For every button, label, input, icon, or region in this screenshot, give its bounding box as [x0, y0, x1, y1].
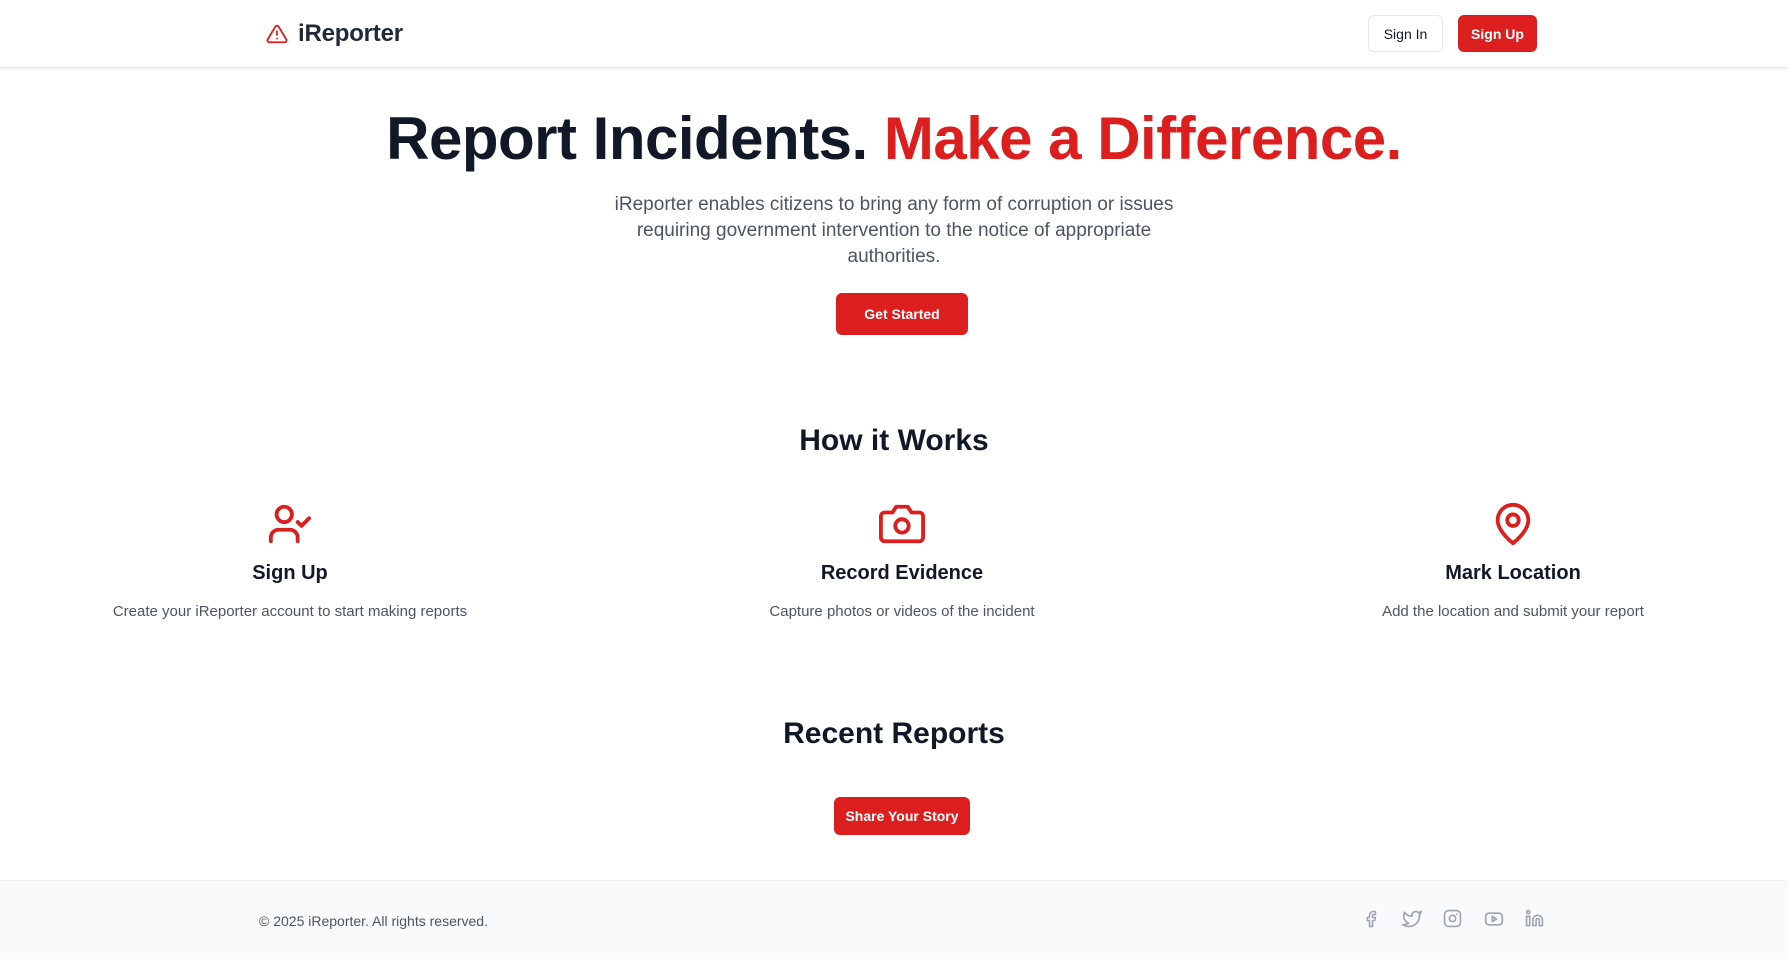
share-your-story-button[interactable]: Share Your Story [834, 797, 970, 835]
step-title: Record Evidence [820, 562, 984, 584]
site-header: iReporter Sign In Sign Up [0, 0, 1788, 68]
camera-icon [652, 500, 1152, 548]
brand-name: iReporter [298, 20, 403, 47]
social-links [1360, 908, 1545, 929]
step-title: Sign Up [252, 562, 328, 584]
facebook-icon[interactable] [1360, 908, 1381, 929]
linkedin-icon[interactable] [1524, 908, 1545, 929]
step-sign-up: Sign Up Create your iReporter account to… [40, 500, 540, 620]
step-record-evidence: Record Evidence Capture photos or videos… [652, 500, 1152, 620]
hero-title-main: Report Incidents. [386, 105, 868, 172]
recent-reports-title: Recent Reports [783, 717, 1005, 750]
step-mark-location: Mark Location Add the location and submi… [1263, 500, 1763, 620]
hero-description: iReporter enables citizens to bring any … [614, 194, 1174, 267]
instagram-icon[interactable] [1442, 908, 1463, 929]
copyright-text: © 2025 iReporter. All rights reserved. [259, 913, 488, 929]
sign-in-button[interactable]: Sign In [1368, 15, 1443, 52]
map-pin-icon [1263, 500, 1763, 548]
step-description: Add the location and submit your report [1382, 603, 1644, 620]
twitter-icon[interactable] [1401, 908, 1422, 929]
youtube-icon[interactable] [1483, 908, 1504, 929]
alert-triangle-icon [266, 23, 288, 45]
get-started-button[interactable]: Get Started [836, 293, 968, 335]
hero-title-accent: Make a Difference. [883, 105, 1402, 172]
step-description: Capture photos or videos of the incident [769, 603, 1035, 620]
step-title: Mark Location [1445, 562, 1581, 584]
brand-logo[interactable]: iReporter [266, 18, 403, 50]
how-it-works-title: How it Works [799, 424, 989, 457]
hero-title: Report Incidents. Make a Difference. [0, 104, 1788, 173]
site-footer: © 2025 iReporter. All rights reserved. [0, 880, 1788, 959]
user-check-icon [40, 500, 540, 548]
step-description: Create your iReporter account to start m… [112, 603, 468, 620]
sign-up-button[interactable]: Sign Up [1458, 15, 1537, 52]
